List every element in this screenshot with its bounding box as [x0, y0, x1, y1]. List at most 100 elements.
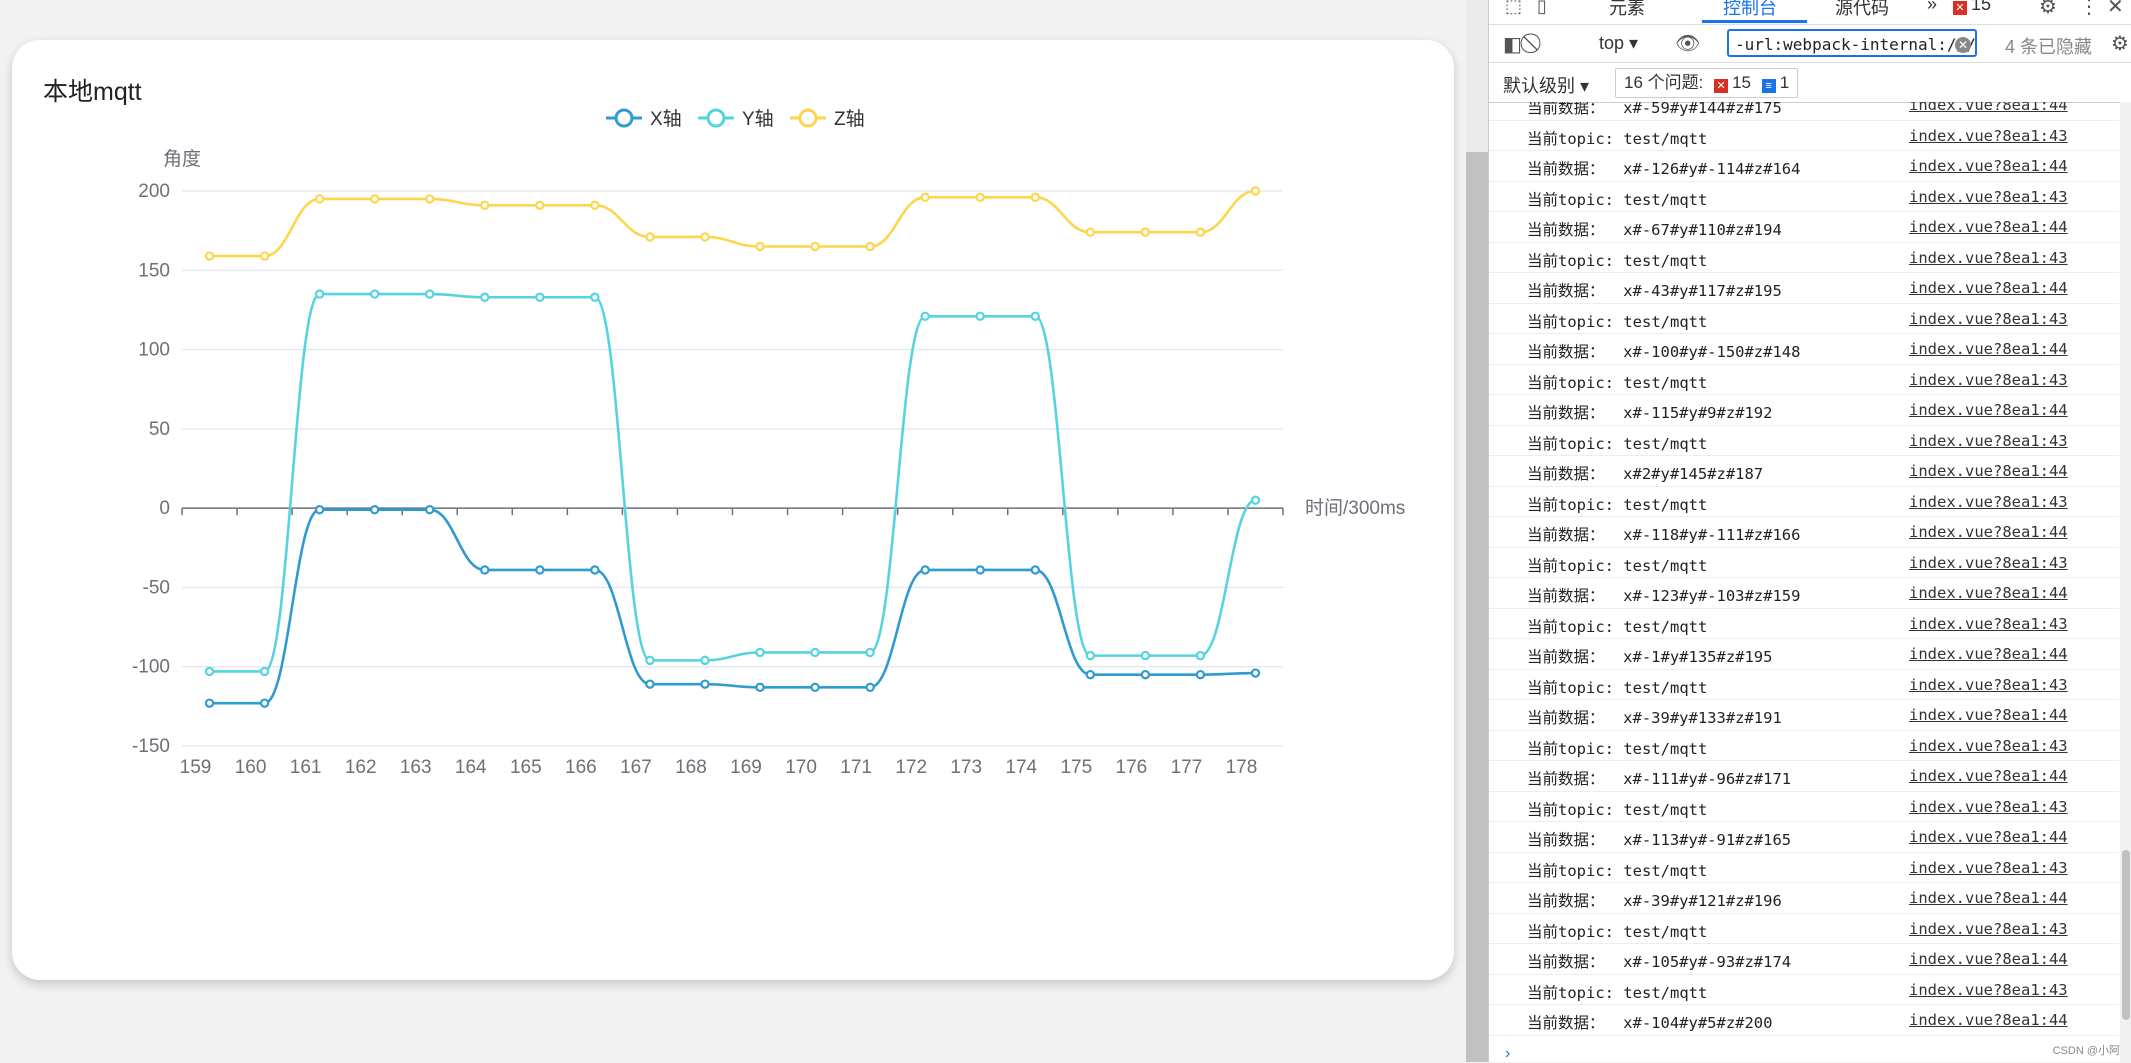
context-selector[interactable]: top ▾ — [1599, 33, 1638, 54]
data-point[interactable] — [204, 666, 215, 677]
source-link[interactable]: index.vue?8ea1:44 — [1909, 218, 2068, 236]
source-link[interactable]: index.vue?8ea1:44 — [1909, 889, 2068, 907]
data-point[interactable] — [1195, 669, 1206, 680]
data-point[interactable] — [810, 647, 820, 658]
data-point[interactable] — [1085, 650, 1096, 661]
kebab-menu-icon[interactable]: ⋮ — [2079, 0, 2099, 19]
data-point[interactable] — [369, 194, 380, 204]
source-link[interactable]: index.vue?8ea1:44 — [1909, 279, 2068, 297]
tab-console[interactable]: 控制台 — [1723, 0, 1777, 20]
data-point[interactable] — [425, 505, 435, 515]
more-tabs-button[interactable]: » — [1927, 0, 1937, 15]
source-link[interactable]: index.vue?8ea1:43 — [1909, 249, 2068, 267]
data-point[interactable] — [1140, 227, 1151, 237]
live-expression-eye-icon[interactable]: 👁 — [1675, 31, 1700, 56]
data-point[interactable] — [535, 292, 545, 302]
tab-elements[interactable]: 元素 — [1609, 0, 1645, 20]
data-point[interactable] — [1085, 227, 1096, 237]
legend-symbol[interactable] — [798, 108, 818, 128]
tab-sources[interactable]: 源代码 — [1835, 0, 1889, 20]
legend-item-label[interactable]: Z轴 — [834, 108, 865, 130]
data-point[interactable] — [314, 289, 325, 299]
data-point[interactable] — [920, 311, 930, 321]
data-point[interactable] — [314, 505, 325, 515]
log-level-dropdown[interactable]: 默认级别 ▾ — [1503, 72, 1589, 98]
source-link[interactable]: index.vue?8ea1:44 — [1909, 462, 2068, 480]
legend-item-label[interactable]: Y轴 — [742, 108, 774, 130]
source-link[interactable]: index.vue?8ea1:44 — [1909, 828, 2068, 846]
data-point[interactable] — [1140, 669, 1151, 680]
data-point[interactable] — [425, 194, 435, 204]
data-point[interactable] — [535, 200, 545, 210]
data-point[interactable] — [975, 565, 985, 575]
source-link[interactable]: index.vue?8ea1:43 — [1909, 737, 2068, 755]
data-point[interactable] — [975, 311, 985, 321]
source-link[interactable]: index.vue?8ea1:43 — [1909, 615, 2068, 633]
source-link[interactable]: index.vue?8ea1:44 — [1909, 157, 2068, 175]
data-point[interactable] — [920, 565, 930, 575]
data-point[interactable] — [700, 232, 710, 242]
data-point[interactable] — [700, 655, 710, 666]
source-link[interactable]: index.vue?8ea1:43 — [1909, 676, 2068, 694]
data-point[interactable] — [204, 251, 215, 261]
data-point[interactable] — [1030, 311, 1040, 321]
source-link[interactable]: index.vue?8ea1:43 — [1909, 371, 2068, 389]
source-link[interactable]: index.vue?8ea1:43 — [1909, 981, 2068, 999]
data-point[interactable] — [259, 698, 270, 708]
source-link[interactable]: index.vue?8ea1:43 — [1909, 920, 2068, 938]
source-link[interactable]: index.vue?8ea1:43 — [1909, 188, 2068, 206]
source-link[interactable]: index.vue?8ea1:43 — [1909, 127, 2068, 145]
source-link[interactable]: index.vue?8ea1:44 — [1909, 401, 2068, 419]
data-point[interactable] — [314, 194, 325, 204]
data-point[interactable] — [1030, 565, 1040, 575]
source-link[interactable]: index.vue?8ea1:44 — [1909, 706, 2068, 724]
source-link[interactable]: index.vue?8ea1:43 — [1909, 859, 2068, 877]
source-link[interactable]: index.vue?8ea1:44 — [1909, 1011, 2068, 1029]
data-point[interactable] — [590, 292, 600, 302]
data-point[interactable] — [700, 679, 710, 689]
filter-input[interactable]: -url:webpack-internal:///./no ✕ — [1727, 29, 1977, 57]
data-point[interactable] — [1195, 227, 1206, 237]
legend-symbol[interactable] — [706, 108, 726, 128]
data-point[interactable] — [590, 565, 600, 575]
console-scrollbar-thumb[interactable] — [2122, 850, 2130, 1020]
source-link[interactable]: index.vue?8ea1:43 — [1909, 432, 2068, 450]
source-link[interactable]: index.vue?8ea1:44 — [1909, 584, 2068, 602]
data-point[interactable] — [755, 682, 765, 693]
source-link[interactable]: index.vue?8ea1:44 — [1909, 645, 2068, 663]
data-point[interactable] — [865, 682, 875, 693]
data-point[interactable] — [755, 241, 765, 252]
page-scrollbar-thumb[interactable] — [1466, 152, 1488, 1062]
data-point[interactable] — [480, 565, 490, 575]
inspect-icon[interactable]: ⬚ — [1505, 0, 1522, 17]
data-point[interactable] — [480, 292, 490, 302]
data-point[interactable] — [1250, 186, 1261, 196]
data-point[interactable] — [1085, 669, 1096, 680]
data-point[interactable] — [645, 232, 655, 242]
device-toggle-icon[interactable]: ▯ — [1537, 0, 1547, 17]
source-link[interactable]: index.vue?8ea1:44 — [1909, 102, 2068, 114]
legend-symbol[interactable] — [614, 108, 634, 128]
data-point[interactable] — [865, 241, 875, 252]
legend-item-label[interactable]: X轴 — [650, 108, 682, 130]
source-link[interactable]: index.vue?8ea1:44 — [1909, 523, 2068, 541]
data-point[interactable] — [1140, 650, 1151, 661]
data-point[interactable] — [259, 666, 270, 677]
settings-gear-icon[interactable]: ⚙ — [2039, 0, 2057, 19]
data-point[interactable] — [1195, 650, 1206, 661]
data-point[interactable] — [645, 655, 655, 666]
data-point[interactable] — [204, 698, 215, 708]
close-icon[interactable]: ✕ — [2107, 0, 2124, 19]
issues-button[interactable]: 16 个问题: ✕ 15 ≡ 1 — [1615, 68, 1799, 98]
data-point[interactable] — [590, 200, 600, 210]
data-point[interactable] — [975, 192, 985, 203]
data-point[interactable] — [1250, 668, 1261, 678]
data-point[interactable] — [810, 682, 820, 693]
console-prompt[interactable]: › — [1505, 1045, 1510, 1063]
data-point[interactable] — [480, 200, 490, 210]
source-link[interactable]: index.vue?8ea1:43 — [1909, 798, 2068, 816]
data-point[interactable] — [369, 289, 380, 299]
data-point[interactable] — [259, 251, 270, 261]
data-point[interactable] — [865, 647, 875, 658]
source-link[interactable]: index.vue?8ea1:44 — [1909, 950, 2068, 968]
